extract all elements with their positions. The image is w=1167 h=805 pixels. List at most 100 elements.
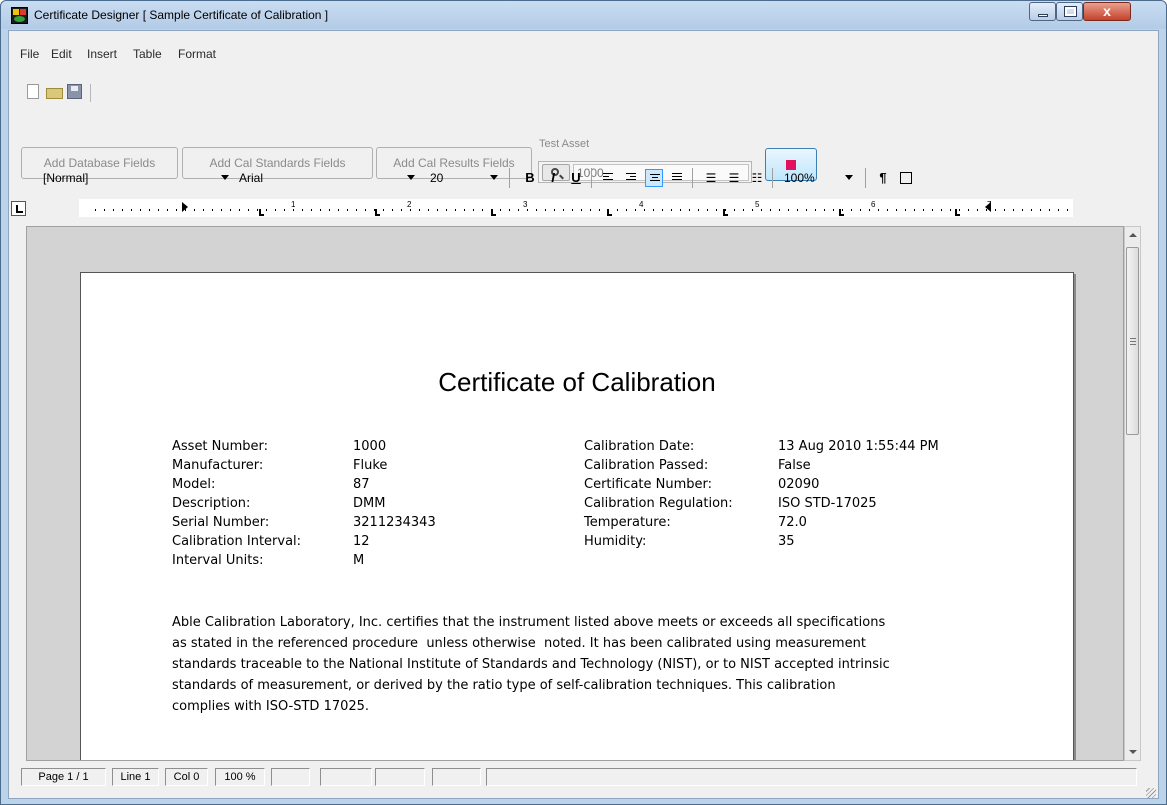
ruler-tick xyxy=(320,209,321,211)
right-indent-marker[interactable] xyxy=(985,202,991,212)
field-label: Certificate Number: xyxy=(584,477,713,492)
toolbar-separator xyxy=(692,168,693,188)
align-left-button[interactable] xyxy=(599,169,617,187)
tab-stop-marker[interactable] xyxy=(839,209,844,216)
ruler-tick xyxy=(617,209,618,211)
ruler-tick xyxy=(1022,209,1023,211)
ruler-row: 1234567 xyxy=(9,197,1158,221)
ruler-tick xyxy=(680,209,681,211)
ruler-tick xyxy=(356,209,357,211)
tab-stop-marker[interactable] xyxy=(375,209,380,216)
ruler-tick xyxy=(734,209,735,211)
ruler-number: 2 xyxy=(407,200,412,209)
show-formatting-button[interactable]: ¶ xyxy=(874,169,892,187)
ruler-tick xyxy=(1049,209,1050,211)
scroll-up-icon[interactable] xyxy=(1129,233,1137,237)
ruler-tick xyxy=(401,209,402,211)
tab-stop-marker[interactable] xyxy=(607,209,612,216)
bullet-list-icon: ☰ xyxy=(705,171,717,185)
ruler-number: 3 xyxy=(523,200,528,209)
numbered-list-icon: ☰ xyxy=(728,171,740,185)
ruler-tick xyxy=(563,209,564,211)
close-button[interactable]: x xyxy=(1083,2,1131,21)
new-document-icon[interactable] xyxy=(27,84,39,99)
zoom-select[interactable]: 100% xyxy=(780,168,858,188)
certificate-statement: Able Calibration Laboratory, Inc. certif… xyxy=(172,612,982,717)
ruler-tick xyxy=(500,209,501,211)
status-message xyxy=(486,768,1137,786)
vertical-scrollbar[interactable] xyxy=(1124,226,1141,761)
status-page: Page 1 / 1 xyxy=(21,768,106,786)
numbered-list-button[interactable]: ☰ xyxy=(725,169,743,187)
field-label: Interval Units: xyxy=(172,553,264,568)
menu-format[interactable]: Format xyxy=(178,47,216,61)
ruler-tick xyxy=(635,209,636,211)
align-justify-button[interactable] xyxy=(668,169,686,187)
tab-stop-marker[interactable] xyxy=(723,209,728,216)
bullet-list-button[interactable]: ☰ xyxy=(702,169,720,187)
save-disk-icon[interactable] xyxy=(67,84,82,99)
resize-grip-icon[interactable] xyxy=(1146,788,1156,798)
document-area[interactable]: Certificate of Calibration Asset Number:… xyxy=(26,226,1124,761)
open-folder-icon[interactable] xyxy=(46,88,63,99)
menu-table[interactable]: Table xyxy=(133,47,162,61)
ruler-tick xyxy=(266,209,267,211)
align-center-button[interactable] xyxy=(645,169,663,187)
ruler-tick xyxy=(527,209,528,211)
minimize-button[interactable] xyxy=(1029,2,1056,21)
tab-stop-marker[interactable] xyxy=(955,209,960,216)
ruler-tick xyxy=(194,209,195,211)
scroll-down-icon[interactable] xyxy=(1129,750,1137,754)
ruler-tick xyxy=(860,209,861,211)
ruler-tick xyxy=(464,209,465,211)
ruler-tick xyxy=(419,209,420,211)
menu-insert[interactable]: Insert xyxy=(87,47,117,61)
italic-button[interactable]: I xyxy=(544,169,562,187)
align-right-button[interactable] xyxy=(622,169,640,187)
tab-stop-marker[interactable] xyxy=(491,209,496,216)
ruler-tick xyxy=(104,209,105,211)
ruler-tick xyxy=(149,209,150,211)
ruler-tick xyxy=(257,209,258,211)
ruler-tick xyxy=(887,209,888,211)
menu-edit[interactable]: Edit xyxy=(51,47,72,61)
maximize-button[interactable] xyxy=(1056,2,1083,21)
window-title: Certificate Designer [ Sample Certificat… xyxy=(34,8,329,22)
scroll-thumb[interactable] xyxy=(1126,247,1139,435)
field-label: Description: xyxy=(172,496,251,511)
ruler-tick xyxy=(347,209,348,211)
font-size-select[interactable]: 20 xyxy=(426,168,503,188)
horizontal-ruler[interactable]: 1234567 xyxy=(79,199,1073,217)
font-value: Arial xyxy=(239,171,264,185)
client-area: File Edit Insert Table Format Add Databa… xyxy=(8,30,1159,799)
ruler-tick xyxy=(761,209,762,211)
underline-button[interactable]: U xyxy=(567,169,585,187)
ruler-tick xyxy=(644,209,645,211)
tab-stop-button[interactable] xyxy=(897,169,915,187)
field-value: Fluke xyxy=(353,458,388,473)
ruler-tick xyxy=(806,209,807,211)
outline-list-button[interactable]: ☷ xyxy=(748,169,766,187)
tab-type-selector[interactable] xyxy=(11,201,26,216)
field-value: 35 xyxy=(778,534,795,549)
ruler-tick xyxy=(554,209,555,211)
menu-file[interactable]: File xyxy=(20,47,39,61)
bold-button[interactable]: B xyxy=(521,169,539,187)
title-bar[interactable]: Certificate Designer [ Sample Certificat… xyxy=(1,1,1166,29)
field-value: 13 Aug 2010 1:55:44 PM xyxy=(778,439,939,454)
document-page[interactable]: Certificate of Calibration Asset Number:… xyxy=(80,272,1074,760)
left-indent-marker[interactable] xyxy=(182,202,188,212)
tab-stop-marker[interactable] xyxy=(259,209,264,216)
ruler-tick xyxy=(932,209,933,211)
close-icon: x xyxy=(1103,3,1111,19)
ruler-tick xyxy=(203,209,204,211)
style-select[interactable]: [Normal] xyxy=(39,168,232,188)
outline-list-icon: ☷ xyxy=(751,171,763,185)
ruler-tick xyxy=(275,209,276,211)
font-select[interactable]: Arial xyxy=(235,168,420,188)
ruler-tick xyxy=(851,209,852,211)
ruler-tick xyxy=(482,209,483,211)
ruler-tick xyxy=(140,209,141,211)
status-empty-3 xyxy=(375,768,425,786)
ruler-tick xyxy=(905,209,906,211)
